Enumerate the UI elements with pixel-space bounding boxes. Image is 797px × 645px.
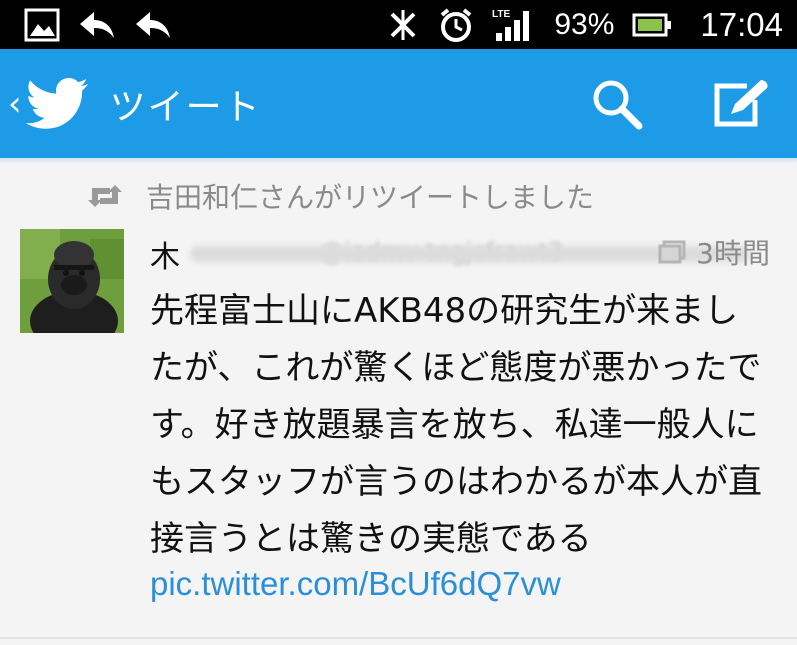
signal-icon: LTE bbox=[492, 7, 536, 43]
sync-off-icon bbox=[386, 8, 420, 42]
back-button[interactable]: ‹ bbox=[8, 84, 22, 124]
status-bar: LTE 93% 17:04 bbox=[0, 0, 797, 49]
search-icon[interactable] bbox=[591, 78, 643, 130]
status-bar-left bbox=[24, 8, 172, 42]
battery-icon bbox=[632, 12, 672, 38]
battery-percent: 93% bbox=[554, 7, 615, 41]
image-icon bbox=[24, 8, 60, 42]
action-bar-actions bbox=[591, 49, 771, 158]
tweet-header: 木 @iadmv tngjcfrawt3 3時間 bbox=[150, 232, 770, 275]
alarm-icon bbox=[438, 7, 474, 43]
action-bar-shadow bbox=[0, 158, 797, 164]
page-title: ツイート bbox=[109, 86, 262, 128]
compose-icon[interactable] bbox=[711, 78, 771, 130]
gorilla-avatar-image bbox=[20, 229, 124, 333]
network-type-label: LTE bbox=[492, 9, 510, 20]
tweet-link[interactable]: pic.twitter.com/BcUf6dQ7vw bbox=[150, 565, 561, 603]
media-icon bbox=[658, 240, 686, 264]
divider bbox=[0, 637, 797, 639]
retweet-label: 吉田和仁さんがリツイートしました bbox=[146, 181, 595, 214]
tweet-timestamp: 3時間 bbox=[696, 237, 770, 270]
retweet-icon bbox=[88, 184, 122, 208]
retweet-info: 吉田和仁さんがリツイートしました bbox=[88, 176, 594, 216]
twitter-bird-icon[interactable] bbox=[25, 77, 90, 131]
tweet-text: 先程富士山にAKB48の研究生が来ましたが、これが驚くほど態度が悪かったです。好… bbox=[150, 291, 762, 559]
back-arrow-icon bbox=[78, 10, 116, 40]
status-bar-right: LTE 93% 17:04 bbox=[386, 6, 783, 44]
back-arrow-icon bbox=[134, 10, 172, 40]
author-name[interactable]: 木 bbox=[150, 232, 180, 276]
avatar[interactable] bbox=[20, 229, 124, 333]
clock: 17:04 bbox=[700, 5, 783, 43]
action-bar: ‹ ツイート bbox=[0, 49, 797, 158]
tweet-time: 3時間 bbox=[658, 232, 770, 272]
